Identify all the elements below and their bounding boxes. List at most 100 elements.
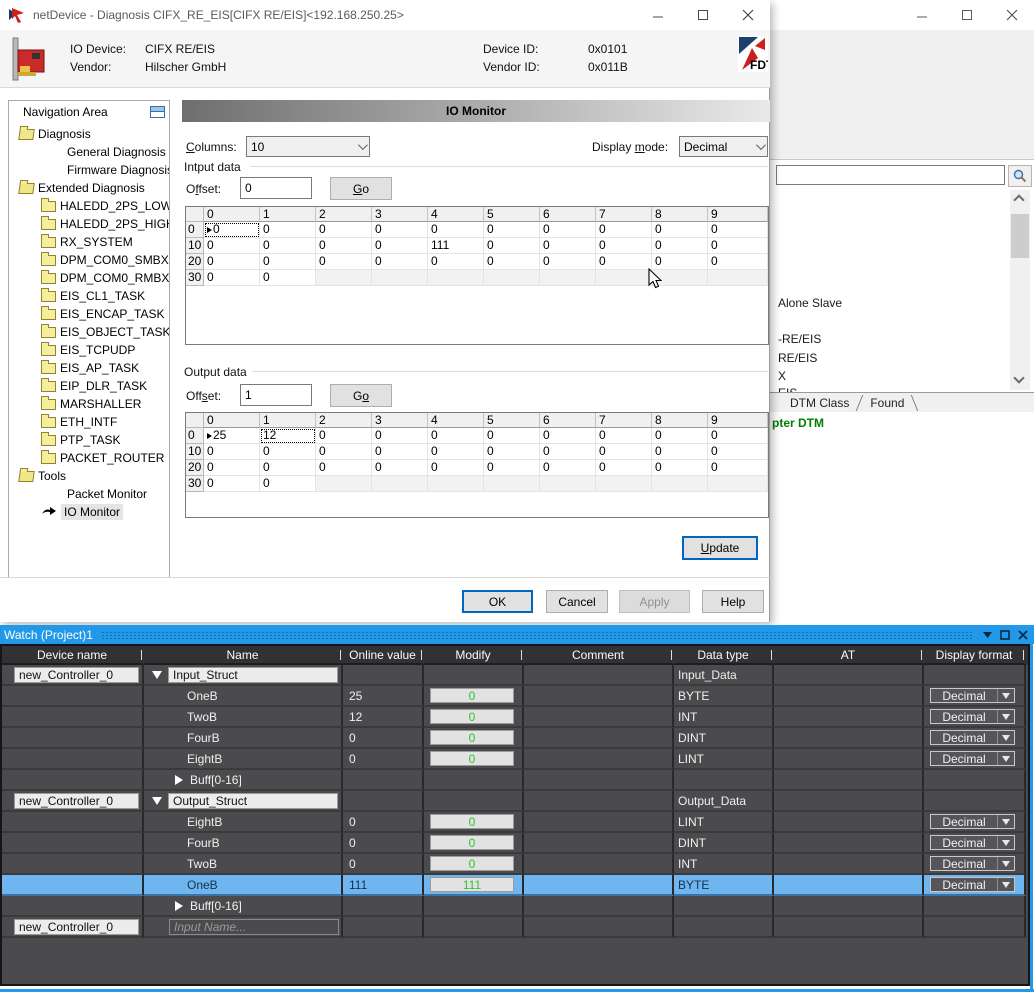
grid-cell[interactable]: 0 (428, 254, 484, 270)
nav-item-haledd-2ps-high[interactable]: HALEDD_2PS_HIGH (9, 215, 169, 233)
search-button[interactable] (1008, 165, 1032, 187)
struct-name-field[interactable]: Input_Struct (168, 667, 338, 683)
dialog-minimize-button[interactable] (635, 0, 680, 30)
grid-cell[interactable]: 0 (316, 428, 372, 444)
tab-dtm-class[interactable]: DTM Class (780, 396, 859, 410)
watch-float-button[interactable] (998, 628, 1012, 642)
apply-button[interactable]: Apply (619, 590, 690, 613)
watch-row-twob[interactable]: TwoB00INTDecimal (2, 854, 1028, 875)
watch-close-button[interactable] (1016, 628, 1030, 642)
grid-cell[interactable]: 0 (316, 444, 372, 460)
grid-cell[interactable]: 0 (652, 428, 708, 444)
grid-cell[interactable]: 0 (652, 222, 708, 238)
grid-cell[interactable]: 0 (316, 254, 372, 270)
nav-item-marshaller[interactable]: MARSHALLER (9, 395, 169, 413)
nav-item-eth-intf[interactable]: ETH_INTF (9, 413, 169, 431)
display-format-dropdown[interactable]: Decimal (930, 835, 1015, 850)
catalog-list-item[interactable]: -RE/EIS (778, 332, 821, 346)
watch-row-eightb[interactable]: EightB00LINTDecimal (2, 749, 1028, 770)
grid-cell[interactable]: 0 (652, 444, 708, 460)
scroll-up-icon[interactable] (1013, 194, 1024, 205)
grid-cell[interactable]: 0 (596, 428, 652, 444)
device-search-input[interactable] (776, 165, 1005, 185)
grid-cell[interactable]: 0 (316, 460, 372, 476)
expander-expanded-icon[interactable] (152, 671, 162, 679)
grid-cell[interactable] (708, 270, 768, 286)
watch-column-header-data-type[interactable]: Data type (674, 646, 774, 665)
grid-cell[interactable]: 0 (596, 222, 652, 238)
grid-cell[interactable] (652, 476, 708, 492)
grid-cell[interactable]: 0 (428, 444, 484, 460)
update-button[interactable]: Update (682, 536, 758, 560)
modify-value-field[interactable]: 0 (430, 688, 514, 703)
grid-cell[interactable]: 0 (708, 444, 768, 460)
grid-cell[interactable]: 0 (596, 460, 652, 476)
grid-cell[interactable]: 111 (428, 238, 484, 254)
nav-item-eip-dlr-task[interactable]: EIP_DLR_TASK (9, 377, 169, 395)
watch-column-header-display-format[interactable]: Display format (924, 646, 1026, 665)
grid-cell[interactable]: 0 (372, 428, 428, 444)
nav-item-haledd-2ps-low[interactable]: HALEDD_2PS_LOW (9, 197, 169, 215)
expander-expanded-icon[interactable] (152, 797, 162, 805)
modify-value-field[interactable]: 0 (430, 814, 514, 829)
watch-row-oneb[interactable]: OneB250BYTEDecimal (2, 686, 1028, 707)
grid-cell[interactable]: 0 (316, 238, 372, 254)
nav-item-dpm-com0-smbx[interactable]: DPM_COM0_SMBX (9, 251, 169, 269)
grid-cell[interactable]: 0 (484, 222, 540, 238)
nav-item-io-monitor[interactable]: IO Monitor (9, 503, 169, 521)
catalog-list-item[interactable]: RE/EIS (778, 351, 817, 365)
grid-cell[interactable]: 0 (372, 254, 428, 270)
grid-cell[interactable]: 0 (540, 444, 596, 460)
nav-item-eis-object-task[interactable]: EIS_OBJECT_TASK (9, 323, 169, 341)
input-go-button[interactable]: Go (330, 177, 392, 200)
output-go-button[interactable]: Go (330, 384, 392, 407)
grid-cell[interactable]: 0 (540, 460, 596, 476)
watch-column-header-name[interactable]: Name (144, 646, 343, 665)
grid-cell[interactable] (372, 476, 428, 492)
display-format-dropdown[interactable]: Decimal (930, 856, 1015, 871)
grid-cell[interactable]: 0 (484, 254, 540, 270)
modify-value-field[interactable]: 111 (430, 877, 514, 892)
device-name-field[interactable]: new_Controller_0 (14, 919, 139, 935)
nav-item-packet-monitor[interactable]: Packet Monitor (9, 485, 169, 503)
grid-cell[interactable] (428, 476, 484, 492)
grid-cell[interactable]: 0 (708, 254, 768, 270)
grid-cell[interactable]: 12 (260, 428, 316, 444)
grid-cell[interactable]: 0 (428, 460, 484, 476)
host-scrollbar[interactable] (1010, 190, 1030, 390)
watch-column-header-online-value[interactable]: Online value (343, 646, 424, 665)
scroll-down-icon[interactable] (1013, 372, 1024, 383)
expander-collapsed-icon[interactable] (175, 775, 183, 785)
grid-cell[interactable]: 0 (484, 444, 540, 460)
grid-cell[interactable]: 0 (260, 476, 316, 492)
device-name-field[interactable]: new_Controller_0 (14, 793, 139, 809)
watch-menu-button[interactable] (980, 628, 994, 642)
grid-cell[interactable]: 0 (540, 254, 596, 270)
watch-column-header-comment[interactable]: Comment (524, 646, 674, 665)
display-format-dropdown[interactable]: Decimal (930, 751, 1015, 766)
watch-row-eightb[interactable]: EightB00LINTDecimal (2, 812, 1028, 833)
nav-item-rx-system[interactable]: RX_SYSTEM (9, 233, 169, 251)
modify-value-field[interactable]: 0 (430, 856, 514, 871)
grid-cell[interactable]: 0 (540, 428, 596, 444)
grid-cell[interactable]: 0 (204, 222, 260, 238)
grid-cell[interactable] (372, 270, 428, 286)
display-mode-dropdown[interactable]: Decimal (679, 136, 768, 157)
grid-cell[interactable]: 0 (372, 444, 428, 460)
watch-row-oneb[interactable]: OneB111111BYTEDecimal (2, 875, 1028, 896)
watch-row-fourb[interactable]: FourB00DINTDecimal (2, 728, 1028, 749)
grid-cell[interactable]: 0 (372, 460, 428, 476)
input-offset-field[interactable] (240, 177, 312, 199)
scrollbar-thumb[interactable] (1011, 214, 1029, 258)
grid-cell[interactable]: 0 (484, 238, 540, 254)
grid-cell[interactable]: 0 (428, 428, 484, 444)
grid-cell[interactable] (708, 476, 768, 492)
struct-name-field[interactable]: Output_Struct (168, 793, 338, 809)
grid-cell[interactable] (428, 270, 484, 286)
host-close-button[interactable] (989, 0, 1034, 30)
nav-item-dpm-com0-rmbx[interactable]: DPM_COM0_RMBX (9, 269, 169, 287)
grid-cell[interactable]: 25 (204, 428, 260, 444)
grid-cell[interactable]: 0 (204, 238, 260, 254)
grid-cell[interactable]: 0 (260, 222, 316, 238)
grid-cell[interactable] (540, 476, 596, 492)
